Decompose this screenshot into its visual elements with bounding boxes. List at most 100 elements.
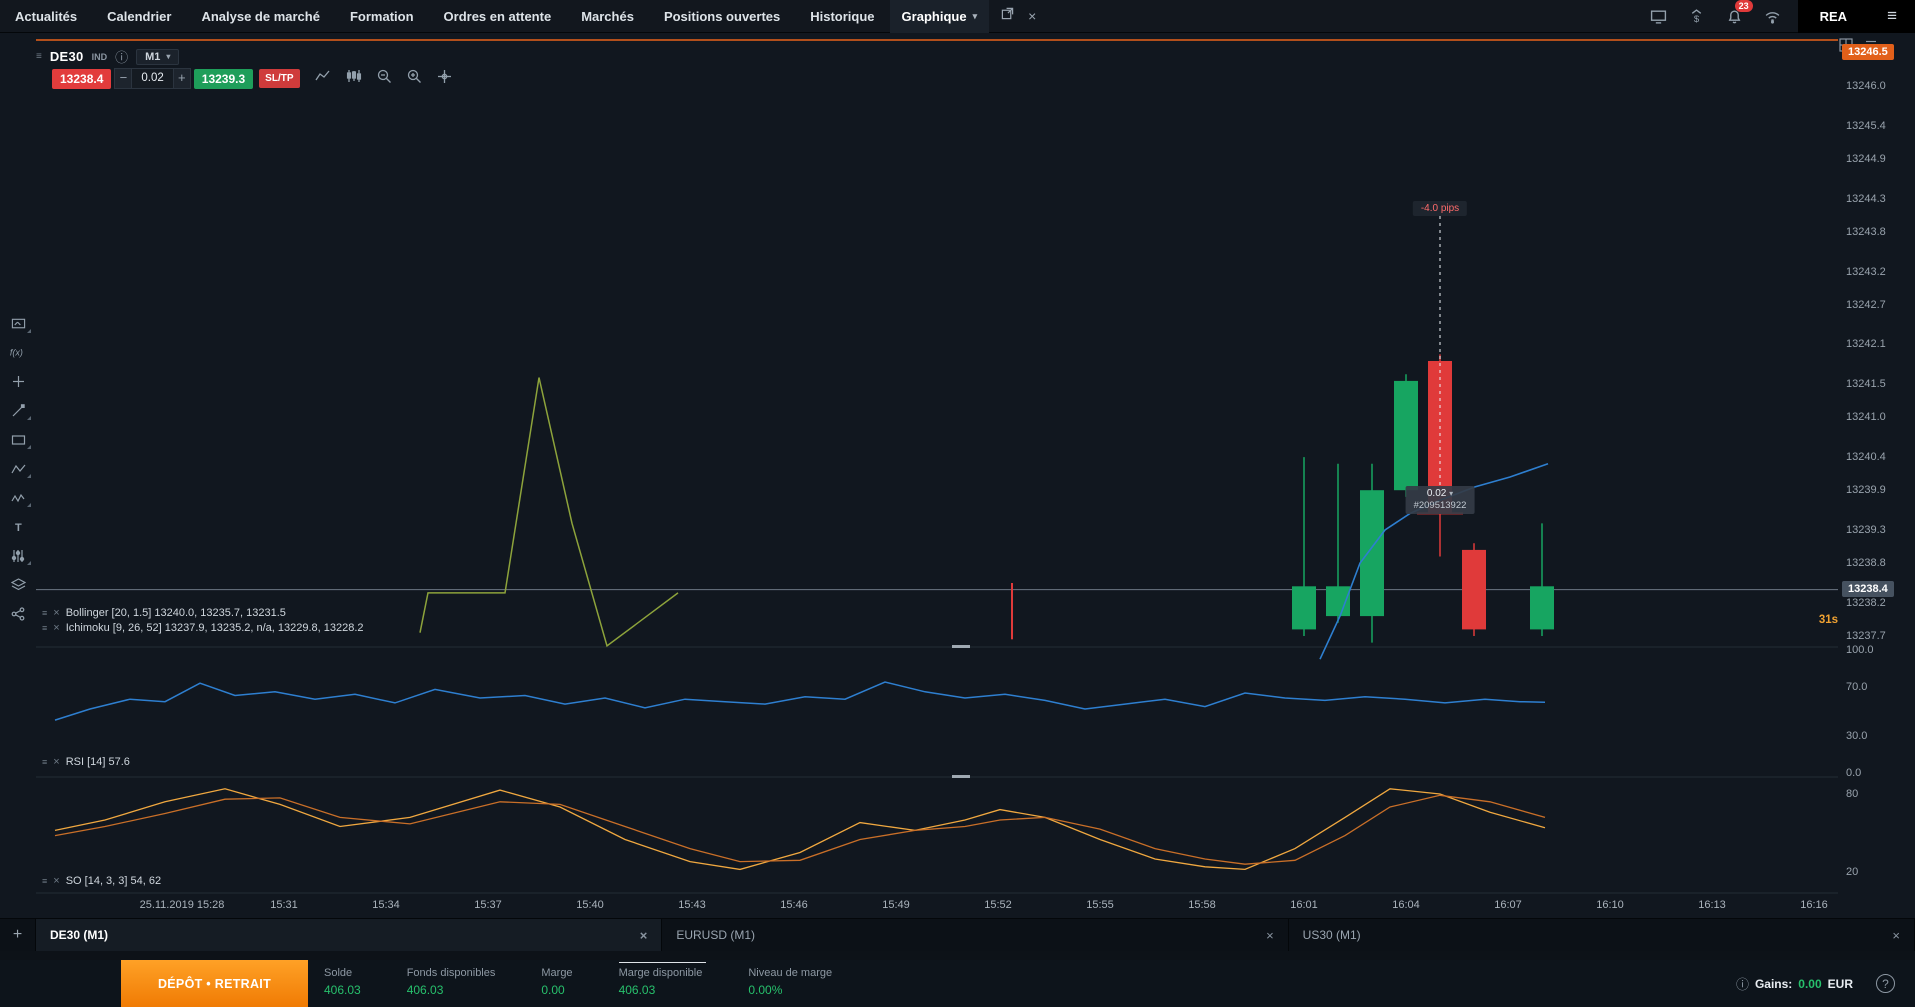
time-label: 16:04	[1392, 899, 1420, 911]
status-item-label: Fonds disponibles	[406, 967, 496, 979]
chart-style-candles-icon[interactable]	[346, 69, 362, 88]
fx-indicator-tool[interactable]: f(x)	[8, 344, 28, 361]
nav-tab-2[interactable]: Analyse de marché	[186, 0, 335, 33]
chevron-down-icon: ▾	[1449, 489, 1454, 498]
nav-tab-4[interactable]: Ordres en attente	[429, 0, 567, 33]
nav-tab-6[interactable]: Positions ouvertes	[649, 0, 795, 33]
close-chart-tab-icon[interactable]: ×	[1028, 8, 1036, 24]
buy-button[interactable]: 13239.3	[193, 68, 254, 89]
nav-tab-7[interactable]: Historique	[795, 0, 889, 33]
close-icon[interactable]: ×	[640, 928, 648, 943]
candle-body-2	[1360, 490, 1384, 617]
position-marker[interactable]: 0.02 ▾ #209513922	[1405, 486, 1475, 514]
add-chart-tab-button[interactable]: +	[0, 919, 36, 951]
text-tool[interactable]: T	[8, 518, 28, 535]
indicator-close-icon[interactable]: ×	[53, 622, 59, 634]
timeframe-selector[interactable]: M1 ▾	[136, 48, 180, 65]
indicator-close-icon[interactable]: ×	[53, 875, 59, 887]
position-pips-label: -4.0 pips	[1412, 201, 1468, 216]
chart-tab-label: DE30 (M1)	[50, 928, 109, 942]
status-item-label: Marge	[541, 967, 573, 979]
status-item-label: Solde	[324, 967, 353, 979]
help-button[interactable]: ?	[1876, 974, 1895, 993]
tab-graphique-label: Graphique	[901, 8, 967, 24]
time-label: 15:37	[474, 899, 502, 911]
chart-tab-label: US30 (M1)	[1302, 928, 1361, 942]
position-volume: 0.02	[1426, 488, 1447, 499]
nav-tab-5[interactable]: Marchés	[566, 0, 649, 33]
volume-decrease-button[interactable]: −	[114, 68, 133, 89]
pane-resize-handle-0[interactable]	[952, 645, 970, 648]
price-label: 13243.8	[1846, 225, 1886, 238]
main-menu-icon[interactable]: ≡	[1887, 6, 1897, 26]
topbar-status-icons: $ 23	[1634, 0, 1798, 25]
time-axis: 25.11.2019 15:28 15:31 15:34 15:37 15:40 15:4…	[0, 897, 1915, 915]
instrument-type: IND	[91, 51, 108, 62]
chart-display-tool[interactable]	[8, 315, 28, 332]
chart-style-line-icon[interactable]	[314, 69, 331, 88]
current-price-badge: 13238.4	[1842, 581, 1894, 597]
indicator-menu-icon[interactable]: ≡	[42, 623, 47, 633]
sltp-button[interactable]: SL/TP	[259, 69, 300, 88]
close-icon[interactable]: ×	[1266, 928, 1274, 943]
status-item-value: 0.00%	[748, 983, 783, 997]
candle-body-3	[1394, 380, 1418, 491]
price-label: 13243.2	[1846, 265, 1886, 278]
nav-tab-3[interactable]: Formation	[335, 0, 429, 33]
position-ticket: #209513922	[1413, 500, 1467, 511]
tab-graphique[interactable]: Graphique ▾	[889, 0, 990, 33]
account-status-bar: DÉPÔT • RETRAIT Solde 406.03 Fonds disponi…	[0, 960, 1915, 1007]
objects-layers-tool[interactable]	[8, 576, 28, 593]
pane-resize-handle-1[interactable]	[952, 775, 970, 778]
indicator-menu-icon[interactable]: ≡	[42, 876, 47, 886]
indicator-close-icon[interactable]: ×	[53, 756, 59, 768]
account-summary-items: Solde 406.03 Fonds disponibles 406.03 Marge 0…	[324, 962, 833, 997]
svg-text:$: $	[1694, 13, 1700, 24]
zoom-in-icon[interactable]	[407, 69, 422, 89]
notifications-bell-icon[interactable]: 23	[1726, 0, 1753, 25]
popout-icon[interactable]	[1001, 7, 1014, 25]
indicator-menu-icon[interactable]: ≡	[42, 608, 47, 618]
status-item-1: Fonds disponibles 406.03	[407, 967, 496, 997]
chart-tab-eurusd[interactable]: EURUSD (M1) ×	[662, 919, 1289, 951]
timeframe-value: M1	[145, 50, 161, 63]
info-icon[interactable]: ⓘ	[115, 47, 128, 66]
nav-tab-1[interactable]: Calendrier	[92, 0, 186, 33]
svg-text:T: T	[15, 522, 22, 533]
time-label: 15:55	[1086, 899, 1114, 911]
sell-button[interactable]: 13238.4	[52, 68, 112, 89]
price-label: 13244.9	[1846, 152, 1886, 165]
chart-tab-us30[interactable]: US30 (M1) ×	[1289, 919, 1915, 951]
chart-tab-de30[interactable]: DE30 (M1) ×	[36, 919, 663, 951]
account-type-badge[interactable]: REA	[1820, 9, 1847, 24]
time-label: 15:34	[372, 899, 400, 911]
rsi-line	[54, 681, 1546, 721]
volume-value[interactable]: 0.02	[132, 68, 173, 89]
indicator-close-icon[interactable]: ×	[53, 607, 59, 619]
chart-menu-icon[interactable]: ≡	[36, 51, 42, 62]
wifi-icon[interactable]	[1764, 7, 1782, 25]
volume-increase-button[interactable]: +	[172, 68, 191, 89]
deposit-withdraw-button[interactable]: DÉPÔT • RETRAIT	[121, 960, 308, 1007]
zoom-out-icon[interactable]	[377, 69, 392, 89]
draw-line-tool[interactable]	[8, 402, 28, 419]
shapes-tool[interactable]	[8, 431, 28, 448]
price-label: 13244.3	[1846, 192, 1886, 205]
monitor-icon[interactable]	[1650, 7, 1668, 25]
close-icon[interactable]: ×	[1892, 928, 1900, 943]
add-tool[interactable]	[8, 373, 28, 390]
indicators-tool[interactable]	[8, 547, 28, 564]
share-tool[interactable]	[8, 605, 28, 622]
transfer-icon[interactable]: $	[1688, 7, 1706, 25]
pan-crosshair-icon[interactable]	[437, 69, 452, 89]
indicator-menu-icon[interactable]: ≡	[42, 757, 47, 767]
rsi-axis-label: 70.0	[1846, 680, 1868, 693]
status-item-label: Niveau de marge	[748, 967, 833, 979]
elliott-wave-tool[interactable]	[8, 489, 28, 506]
time-label: 15:31	[270, 899, 298, 911]
time-label: 16:13	[1698, 899, 1726, 911]
drawing-toolbar: f(x) T	[0, 315, 36, 622]
info-icon: ⓘ	[1735, 977, 1749, 992]
zigzag-tool[interactable]	[8, 460, 28, 477]
nav-tab-0[interactable]: Actualités	[0, 0, 92, 33]
